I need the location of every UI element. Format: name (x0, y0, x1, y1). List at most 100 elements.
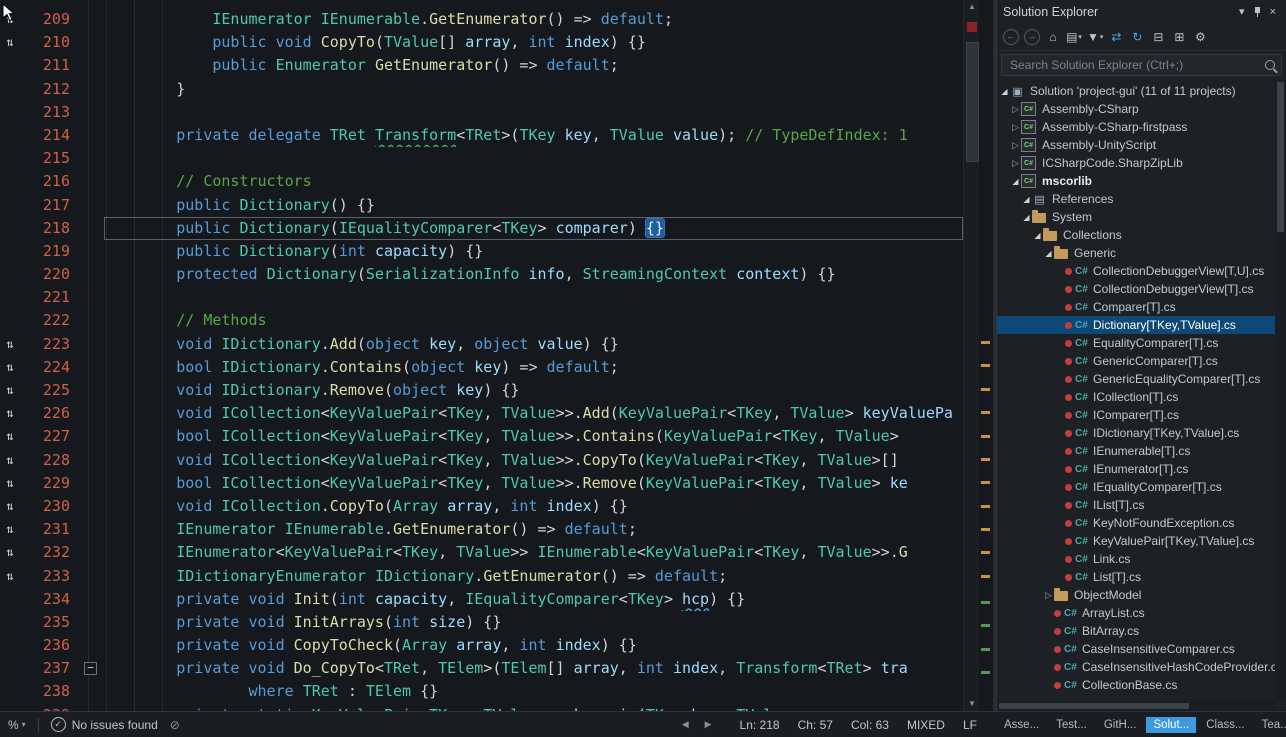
collapsed-arrow-icon[interactable]: ▷ (1010, 140, 1021, 151)
code-line[interactable]: ⇅227 bool ICollection<KeyValuePair<TKey,… (0, 425, 963, 448)
code-line[interactable]: ⇅230 void ICollection.CopyTo(Array array… (0, 495, 963, 518)
expanded-arrow-icon[interactable]: ◢ (1010, 177, 1021, 186)
code-line[interactable]: 238 where TRet : TElem {} (0, 680, 963, 703)
code-line[interactable]: 237− private void Do_CopyTo<TRet, TElem>… (0, 657, 963, 680)
char-indicator[interactable]: Ch: 57 (798, 718, 833, 732)
tree-item[interactable]: ▷C#ICSharpCode.SharpZipLib (997, 154, 1286, 172)
tree-item[interactable]: C#KeyValuePair[TKey,TValue].cs (997, 532, 1286, 550)
tree-item[interactable]: C#ICollection[T].cs (997, 388, 1286, 406)
tree-item[interactable]: ◢▣Solution 'project-gui' (11 of 11 proje… (997, 82, 1286, 100)
code-line[interactable]: 216 // Constructors (0, 170, 963, 193)
code-line[interactable]: 236 private void CopyToCheck(Array array… (0, 634, 963, 657)
override-indicator-icon[interactable]: ⇅ (0, 472, 20, 495)
override-indicator-icon[interactable]: ⇅ (0, 379, 20, 402)
code-line[interactable]: 218 public Dictionary(IEqualityComparer<… (0, 217, 963, 240)
tree-item[interactable]: C#CollectionBase.cs (997, 676, 1286, 694)
tool-window-tab[interactable]: Class... (1199, 717, 1251, 733)
tree-item[interactable]: ◢Collections (997, 226, 1286, 244)
tree-item[interactable]: C#EqualityComparer[T].cs (997, 334, 1286, 352)
show-all-files-button[interactable]: ⊞ (1169, 27, 1189, 47)
override-indicator-icon[interactable]: ⇅ (0, 565, 20, 588)
code-line[interactable]: 214 private delegate TRet Transform<TRet… (0, 124, 963, 147)
code-line[interactable]: 235 private void InitArrays(int size) {} (0, 611, 963, 634)
override-indicator-icon[interactable]: ⇅ (0, 333, 20, 356)
tree-item[interactable]: C#CaseInsensitiveHashCodeProvider.cs (997, 658, 1286, 676)
tree-item[interactable]: C#IEnumerator[T].cs (997, 460, 1286, 478)
tree-item[interactable]: ▷C#Assembly-UnityScript (997, 136, 1286, 154)
code-line[interactable]: ⇅228 void ICollection<KeyValuePair<TKey,… (0, 449, 963, 472)
expanded-arrow-icon[interactable]: ◢ (999, 87, 1010, 96)
override-indicator-icon[interactable]: ⇅ (0, 518, 20, 541)
tree-item[interactable]: C#IComparer[T].cs (997, 406, 1286, 424)
switch-views-button[interactable]: ▤▾ (1064, 27, 1084, 47)
override-indicator-icon[interactable]: ⇅ (0, 541, 20, 564)
collapsed-arrow-icon[interactable]: ▷ (1010, 104, 1021, 115)
fold-collapse-button[interactable]: − (76, 657, 104, 680)
code-line[interactable]: 239 private static KeyValuePair<TKey, TV… (0, 704, 963, 711)
code-line[interactable]: ⇅224 bool IDictionary.Contains(object ke… (0, 356, 963, 379)
expanded-arrow-icon[interactable]: ◢ (1032, 231, 1043, 240)
tree-item[interactable]: ◢System (997, 208, 1286, 226)
sync-with-active-document-button[interactable]: ⇄ (1106, 27, 1126, 47)
override-indicator-icon[interactable]: ⇅ (0, 356, 20, 379)
code-line[interactable]: ⇅209 IEnumerator IEnumerable.GetEnumerat… (0, 8, 963, 31)
code-line[interactable]: ⇅229 bool ICollection<KeyValuePair<TKey,… (0, 472, 963, 495)
line-indicator[interactable]: Ln: 218 (740, 718, 780, 732)
code-line[interactable]: ⇅233 IDictionaryEnumerator IDictionary.G… (0, 565, 963, 588)
tree-item[interactable]: ▷ObjectModel (997, 586, 1286, 604)
code-line[interactable]: 220 protected Dictionary(SerializationIn… (0, 263, 963, 286)
code-line[interactable]: ⇅232 IEnumerator<KeyValuePair<TKey, TVal… (0, 541, 963, 564)
collapsed-arrow-icon[interactable]: ▷ (1010, 122, 1021, 133)
override-indicator-icon[interactable]: ⇅ (0, 425, 20, 448)
scrollbar-thumb[interactable] (999, 703, 1189, 709)
scroll-up-icon[interactable]: ▲ (964, 2, 980, 12)
tree-item[interactable]: C#CollectionDebuggerView[T,U].cs (997, 262, 1286, 280)
code-line[interactable]: 212 } (0, 78, 963, 101)
tree-horizontal-scrollbar[interactable] (997, 701, 1275, 711)
scrollbar-thumb[interactable] (966, 42, 979, 162)
code-line[interactable]: 219 public Dictionary(int capacity) {} (0, 240, 963, 263)
tree-item[interactable]: C#GenericEqualityComparer[T].cs (997, 370, 1286, 388)
tool-window-tab[interactable]: Asse... (997, 717, 1046, 733)
issues-indicator[interactable]: ✓ No issues found (51, 717, 158, 732)
override-indicator-icon[interactable]: ⇅ (0, 31, 20, 54)
search-box[interactable] (1001, 54, 1282, 76)
tree-item[interactable]: C#ArrayList.cs (997, 604, 1286, 622)
code-line[interactable]: 211 public Enumerator GetEnumerator() =>… (0, 54, 963, 77)
expanded-arrow-icon[interactable]: ◢ (1021, 195, 1032, 204)
zoom-control[interactable]: % ▾ (8, 718, 26, 732)
tool-window-tab[interactable]: Solut... (1146, 717, 1196, 733)
back-button[interactable]: ← (1001, 27, 1021, 47)
tree-item[interactable]: C#Dictionary[TKey,TValue].cs (997, 316, 1286, 334)
search-input[interactable] (1008, 57, 1265, 73)
indent-mode-indicator[interactable]: MIXED (907, 718, 945, 732)
code-line[interactable]: ⇅225 void IDictionary.Remove(object key)… (0, 379, 963, 402)
collapse-all-button[interactable]: ⊟ (1148, 27, 1168, 47)
window-menu-icon[interactable]: ▾ (1235, 4, 1249, 20)
eol-indicator[interactable]: LF (963, 718, 977, 732)
code-line[interactable]: ⇅223 void IDictionary.Add(object key, ob… (0, 333, 963, 356)
filter-button[interactable]: ▼▾ (1085, 27, 1105, 47)
tree-item[interactable]: ◢Generic (997, 244, 1286, 262)
expanded-arrow-icon[interactable]: ◢ (1043, 249, 1054, 258)
code-line[interactable]: ⇅231 IEnumerator IEnumerable.GetEnumerat… (0, 518, 963, 541)
tree-item[interactable]: C#List[T].cs (997, 568, 1286, 586)
properties-button[interactable]: ⚙ (1190, 27, 1210, 47)
tree-item[interactable]: ◢▤References (997, 190, 1286, 208)
code-line[interactable]: 221 (0, 286, 963, 309)
override-indicator-icon[interactable]: ⇅ (0, 402, 20, 425)
tree-item[interactable]: ▷C#Assembly-CSharp (997, 100, 1286, 118)
tree-item[interactable]: C#KeyNotFoundException.cs (997, 514, 1286, 532)
tree-item[interactable]: C#CaseInsensitiveComparer.cs (997, 640, 1286, 658)
tree-item[interactable]: C#IDictionary[TKey,TValue].cs (997, 424, 1286, 442)
collapsed-arrow-icon[interactable]: ▷ (1043, 590, 1054, 601)
code-editor[interactable]: ⇅209 IEnumerator IEnumerable.GetEnumerat… (0, 0, 993, 711)
tree-item[interactable]: C#IEnumerable[T].cs (997, 442, 1286, 460)
scroll-down-icon[interactable]: ▼ (964, 699, 980, 709)
forward-button[interactable]: → (1022, 27, 1042, 47)
code-line[interactable]: 217 public Dictionary() {} (0, 194, 963, 217)
tool-window-tab[interactable]: Test... (1049, 717, 1094, 733)
tool-window-tab[interactable]: GitH... (1097, 717, 1144, 733)
override-indicator-icon[interactable]: ⇅ (0, 449, 20, 472)
tree-item[interactable]: C#IEqualityComparer[T].cs (997, 478, 1286, 496)
